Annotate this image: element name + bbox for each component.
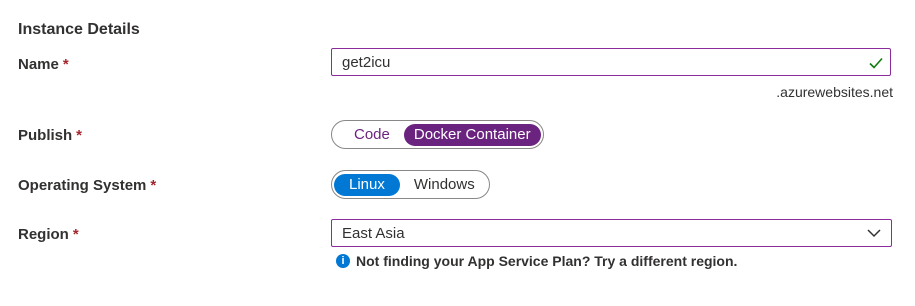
region-info: i Not finding your App Service Plan? Try… bbox=[336, 253, 737, 269]
required-asterisk: * bbox=[72, 226, 79, 243]
os-label: Operating System * bbox=[18, 177, 156, 194]
os-toggle[interactable]: Linux Windows bbox=[331, 170, 490, 199]
name-label: Name * bbox=[18, 56, 69, 73]
publish-option-code[interactable]: Code bbox=[334, 124, 404, 146]
os-option-linux[interactable]: Linux bbox=[334, 173, 400, 196]
required-asterisk: * bbox=[76, 127, 83, 144]
os-option-windows[interactable]: Windows bbox=[400, 174, 487, 196]
publish-toggle[interactable]: Code Docker Container bbox=[331, 120, 544, 149]
region-dropdown-value: East Asia bbox=[342, 224, 405, 242]
region-dropdown[interactable]: East Asia bbox=[331, 219, 892, 247]
region-label-text: Region bbox=[18, 226, 69, 243]
name-input-value: get2icu bbox=[342, 53, 391, 71]
os-label-text: Operating System bbox=[18, 177, 147, 194]
domain-suffix: .azurewebsites.net bbox=[776, 84, 893, 100]
required-asterisk: * bbox=[62, 56, 69, 73]
publish-label: Publish * bbox=[18, 127, 82, 144]
info-icon: i bbox=[336, 254, 350, 268]
publish-option-docker-container[interactable]: Docker Container bbox=[403, 123, 541, 146]
name-label-text: Name bbox=[18, 56, 59, 73]
region-info-text: Not finding your App Service Plan? Try a… bbox=[356, 253, 738, 269]
chevron-down-icon bbox=[867, 229, 881, 238]
checkmark-icon bbox=[869, 57, 883, 69]
section-title: Instance Details bbox=[18, 21, 140, 38]
region-label: Region * bbox=[18, 226, 79, 243]
publish-label-text: Publish bbox=[18, 127, 73, 144]
required-asterisk: * bbox=[150, 177, 157, 194]
name-input[interactable]: get2icu bbox=[331, 48, 891, 76]
